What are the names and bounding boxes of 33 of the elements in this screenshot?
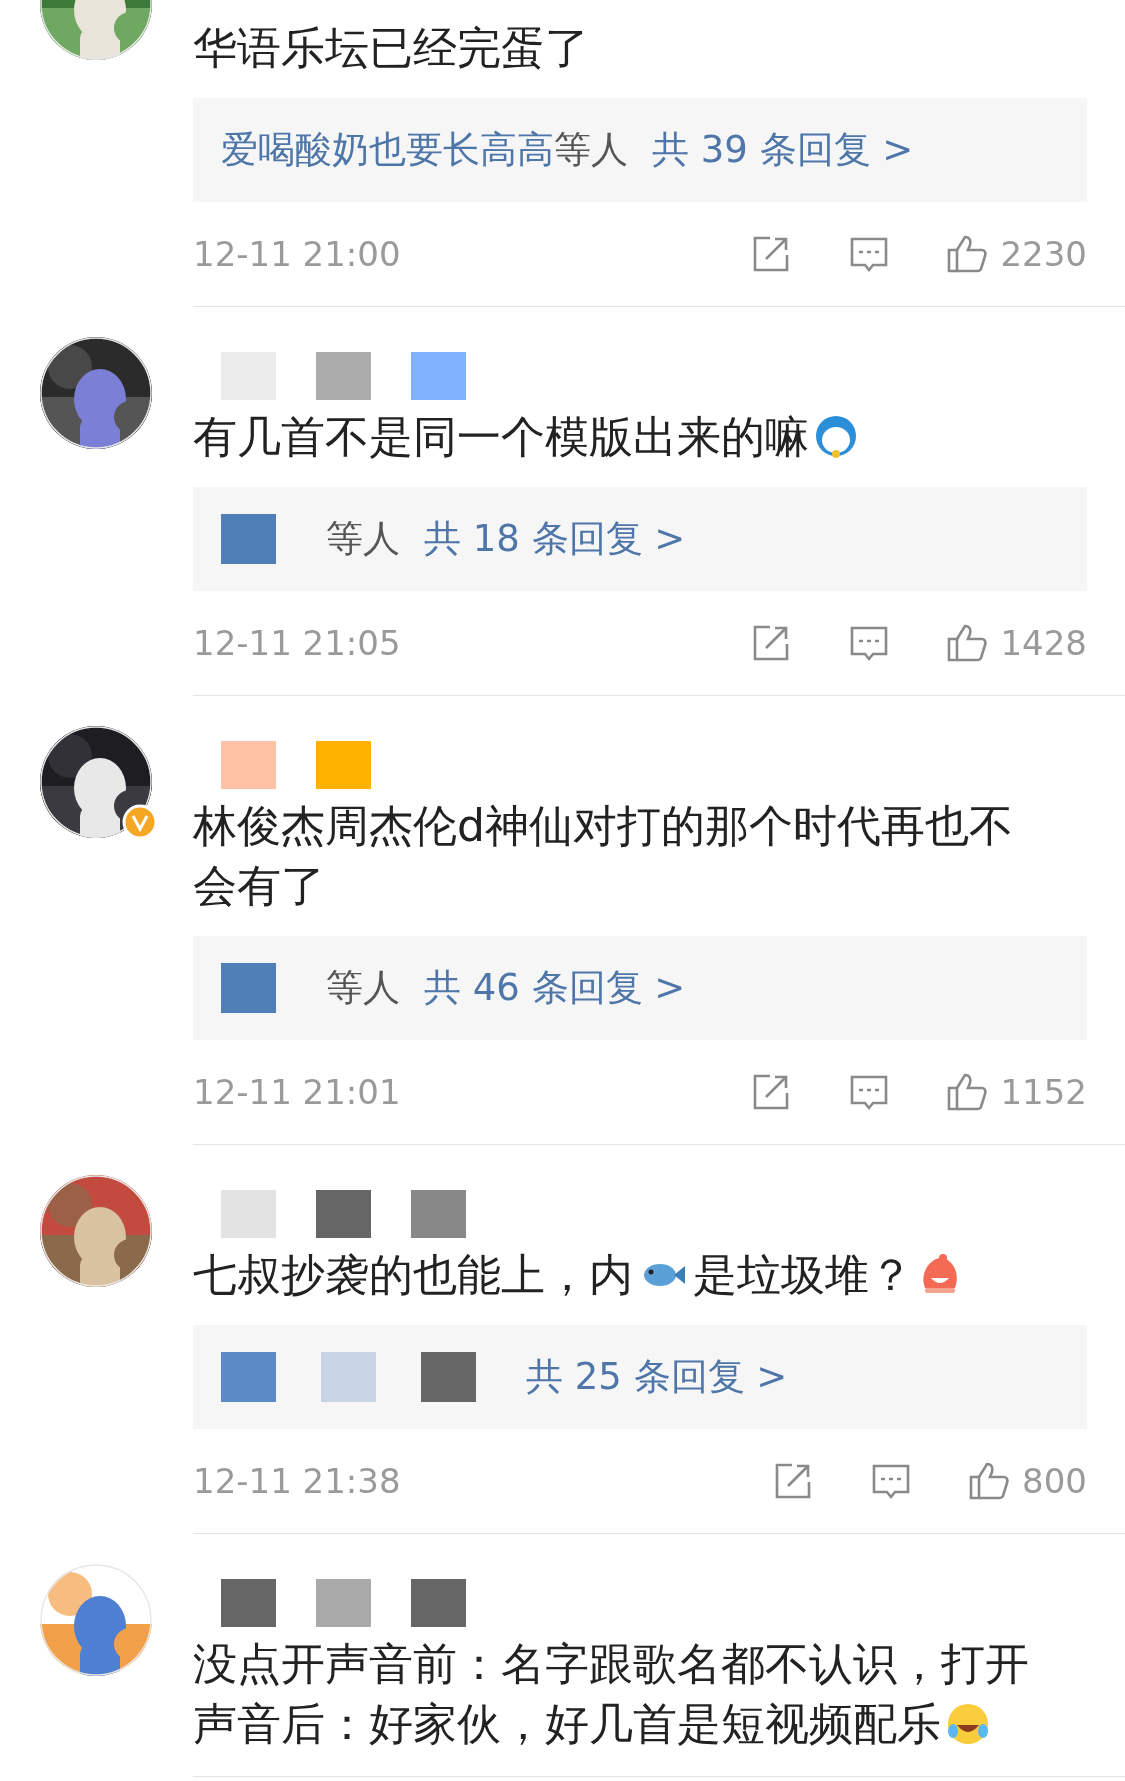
comment-time: 12-11 21:05 <box>193 623 402 663</box>
reply-author-names[interactable]: 爱喝酸奶也要长高高 <box>221 125 554 175</box>
reply-count[interactable]: 共 25 条回复 > <box>526 1352 788 1402</box>
comment-text: 林俊杰周杰伦d神仙对打的那个时代再也不会有了 <box>193 799 1014 913</box>
comment-time: 12-11 21:38 <box>193 1461 402 1501</box>
others-label: 等人 <box>554 127 628 173</box>
others-label: 等人 <box>326 965 400 1011</box>
thumbs-up-icon <box>968 1460 1011 1502</box>
reply-count[interactable]: 共 39 条回复 > <box>652 125 914 175</box>
reply-count[interactable]: 共 18 条回复 > <box>424 514 686 564</box>
comment-time: 12-11 21:01 <box>193 1072 402 1112</box>
like-button[interactable]: 1152 <box>946 1071 1087 1113</box>
replies-summary[interactable]: 共 25 条回复 > <box>193 1325 1087 1429</box>
comment-text: 有几首不是同一个模版出来的嘛 <box>193 410 809 464</box>
round-sticker-icon <box>813 414 859 460</box>
like-button[interactable]: 2230 <box>946 233 1087 275</box>
thumbs-up-icon <box>946 622 989 664</box>
comment-text: 没点开声音前：名字跟歌名都不认识，打开 <box>193 1637 1029 1691</box>
like-button[interactable]: 1428 <box>946 622 1087 664</box>
replies-summary[interactable]: 等人 共 46 条回复 > <box>193 936 1087 1040</box>
reply-count[interactable]: 共 46 条回复 > <box>424 963 686 1013</box>
replies-summary[interactable]: 等人 共 18 条回复 > <box>193 487 1087 591</box>
comment-text: 华语乐坛已经完蛋了 <box>193 21 589 75</box>
comment-text: 是垃圾堆？ <box>693 1248 913 1302</box>
like-button[interactable]: 800 <box>968 1460 1087 1502</box>
replies-summary[interactable]: 爱喝酸奶也要长高高等人 共 39 条回复 > <box>193 98 1087 202</box>
comment-text: 声音后：好家伙，好几首是短视频配乐 <box>193 1697 941 1751</box>
others-label: 等人 <box>326 516 400 562</box>
comment-text: 七叔抄袭的也能上，内 <box>193 1248 633 1302</box>
thumbs-up-icon <box>946 233 989 275</box>
thumbs-up-icon <box>946 1071 989 1113</box>
laughing-face-icon <box>945 1701 991 1747</box>
comment-time: 12-11 21:00 <box>193 234 402 274</box>
